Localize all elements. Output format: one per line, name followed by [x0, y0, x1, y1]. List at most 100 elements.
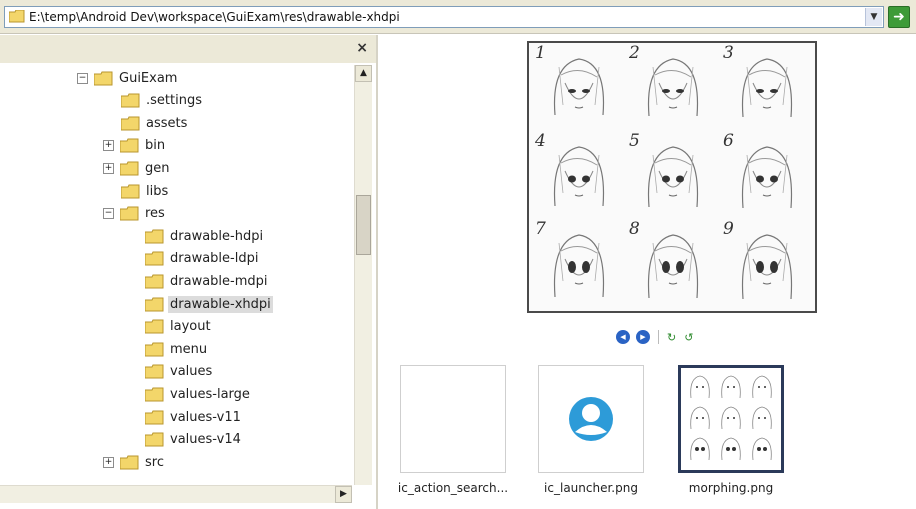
- morph-frame: 5: [627, 131, 719, 219]
- tree-item-label: drawable-hdpi: [170, 228, 264, 244]
- folder-icon: [119, 206, 140, 221]
- frame-number: 7: [535, 219, 546, 239]
- vertical-scrollbar[interactable]: ▲: [354, 65, 372, 485]
- folder-icon: [144, 251, 165, 266]
- folder-icon: [144, 342, 165, 357]
- chevron-down-icon[interactable]: ▼: [865, 8, 882, 26]
- tree-item-label: GuiExam: [119, 70, 178, 86]
- folder-icon: [119, 138, 140, 153]
- frame-number: 8: [629, 219, 640, 239]
- collapse-icon[interactable]: −: [103, 208, 114, 220]
- address-bar[interactable]: E:\temp\Android Dev\workspace\GuiExam\re…: [4, 6, 884, 28]
- folder-icon: [120, 93, 141, 108]
- expand-icon[interactable]: +: [103, 456, 114, 468]
- scroll-thumb[interactable]: [356, 195, 371, 255]
- tree-item-values[interactable]: values: [144, 361, 214, 383]
- frame-number: 5: [629, 131, 640, 151]
- collapse-icon[interactable]: −: [77, 72, 88, 84]
- file-thumbnail[interactable]: [400, 365, 506, 473]
- tree-item-label: values-large: [170, 386, 250, 402]
- go-arrow-icon[interactable]: ➜: [888, 6, 910, 28]
- file-name[interactable]: ic_launcher.png: [521, 481, 661, 495]
- folder-icon: [144, 229, 165, 244]
- tree-item-drawable-ldpi[interactable]: drawable-ldpi: [144, 248, 260, 270]
- folder-icon: [144, 432, 165, 447]
- file-thumbnail[interactable]: [538, 365, 644, 473]
- morph-frame: 8: [627, 219, 719, 307]
- folder-icon: [144, 319, 165, 334]
- folder-icon: [144, 364, 165, 379]
- folder-icon: [144, 387, 165, 402]
- tree-item-label: drawable-xhdpi: [168, 295, 273, 313]
- tree-item-label: assets: [146, 115, 188, 131]
- frame-number: 6: [723, 131, 734, 151]
- folder-icon: [119, 455, 140, 470]
- morph-frame: 2: [627, 43, 719, 131]
- morph-frame: 1: [533, 43, 625, 131]
- morph-frame: 9: [721, 219, 813, 307]
- tree-item-res[interactable]: − res: [103, 203, 167, 225]
- tree-item-label: values: [170, 364, 213, 380]
- tree-item-guiexam[interactable]: − GuiExam: [77, 67, 179, 89]
- frame-number: 4: [535, 131, 546, 151]
- tree-item-label: bin: [145, 138, 166, 154]
- folder-icon: [119, 161, 140, 176]
- tree-item-values-large[interactable]: values-large: [144, 383, 252, 405]
- file-name[interactable]: morphing.png: [661, 481, 801, 495]
- tree-item-label: menu: [170, 341, 208, 357]
- horizontal-scrollbar[interactable]: ▶: [0, 485, 352, 503]
- tree-item-label: values-v11: [170, 409, 241, 425]
- folder-icon: [120, 184, 141, 199]
- folder-icon: [93, 71, 114, 86]
- folder-icon: [144, 410, 165, 425]
- folder-icon: [144, 297, 165, 312]
- tree-item-label: gen: [145, 160, 170, 176]
- scroll-right-icon[interactable]: ▶: [335, 486, 352, 503]
- previous-image-icon[interactable]: ◀: [616, 330, 630, 344]
- tree-item-gen[interactable]: + gen: [103, 157, 172, 179]
- separator: [658, 330, 659, 344]
- tree-item-drawable-hdpi[interactable]: drawable-hdpi: [144, 225, 265, 247]
- tree-item-values-v14[interactable]: values-v14: [144, 429, 243, 451]
- folder-tree: − GuiExam .settings assets + bin + gen libs − res d…: [0, 65, 352, 485]
- tree-item-values-v11[interactable]: values-v11: [144, 406, 243, 428]
- tree-item-label: src: [145, 454, 164, 470]
- address-path[interactable]: E:\temp\Android Dev\workspace\GuiExam\re…: [29, 10, 400, 24]
- tree-item-bin[interactable]: + bin: [103, 135, 167, 157]
- tree-item-libs[interactable]: libs: [120, 180, 170, 202]
- expand-icon[interactable]: +: [103, 140, 114, 152]
- file-thumbnail-selected[interactable]: [678, 365, 784, 473]
- rotate-clockwise-icon[interactable]: ↻: [667, 331, 676, 344]
- next-image-icon[interactable]: ▶: [636, 330, 650, 344]
- tree-item-layout[interactable]: layout: [144, 316, 213, 338]
- tree-item-drawable-mdpi[interactable]: drawable-mdpi: [144, 270, 270, 292]
- tree-item-settings[interactable]: .settings: [120, 90, 204, 112]
- folder-icon: [9, 10, 25, 23]
- scroll-up-icon[interactable]: ▲: [355, 65, 372, 82]
- expand-icon[interactable]: +: [103, 162, 114, 174]
- frame-number: 2: [629, 43, 640, 63]
- address-toolbar: E:\temp\Android Dev\workspace\GuiExam\re…: [0, 0, 916, 34]
- tree-item-label: values-v14: [170, 432, 241, 448]
- morph-frame: 4: [533, 131, 625, 219]
- preview-controls: ◀ ▶ ↻ ↺: [616, 327, 701, 347]
- folder-tree-pane: × − GuiExam .settings assets + bin + gen libs − re…: [0, 35, 378, 509]
- rotate-counterclockwise-icon[interactable]: ↺: [684, 331, 693, 344]
- tree-item-label: libs: [146, 183, 169, 199]
- tree-item-label: layout: [170, 319, 211, 335]
- morph-frame: 3: [721, 43, 813, 131]
- tree-item-src[interactable]: + src: [103, 451, 166, 473]
- morphing-thumbnail-image: [690, 375, 772, 461]
- tree-item-menu[interactable]: menu: [144, 338, 209, 360]
- tree-item-label: .settings: [146, 93, 202, 109]
- image-preview: 1 2 3 4 5 6 7 8 9: [527, 41, 817, 313]
- morph-frame: 6: [721, 131, 813, 219]
- tree-item-label: drawable-mdpi: [170, 273, 268, 289]
- morph-frame: 7: [533, 219, 625, 307]
- tree-item-assets[interactable]: assets: [120, 112, 189, 134]
- file-name[interactable]: ic_action_search...: [383, 481, 523, 495]
- tree-item-label: drawable-ldpi: [170, 251, 259, 267]
- close-icon[interactable]: ×: [356, 40, 368, 56]
- frame-number: 3: [723, 43, 734, 63]
- tree-item-drawable-xhdpi[interactable]: drawable-xhdpi: [144, 293, 273, 315]
